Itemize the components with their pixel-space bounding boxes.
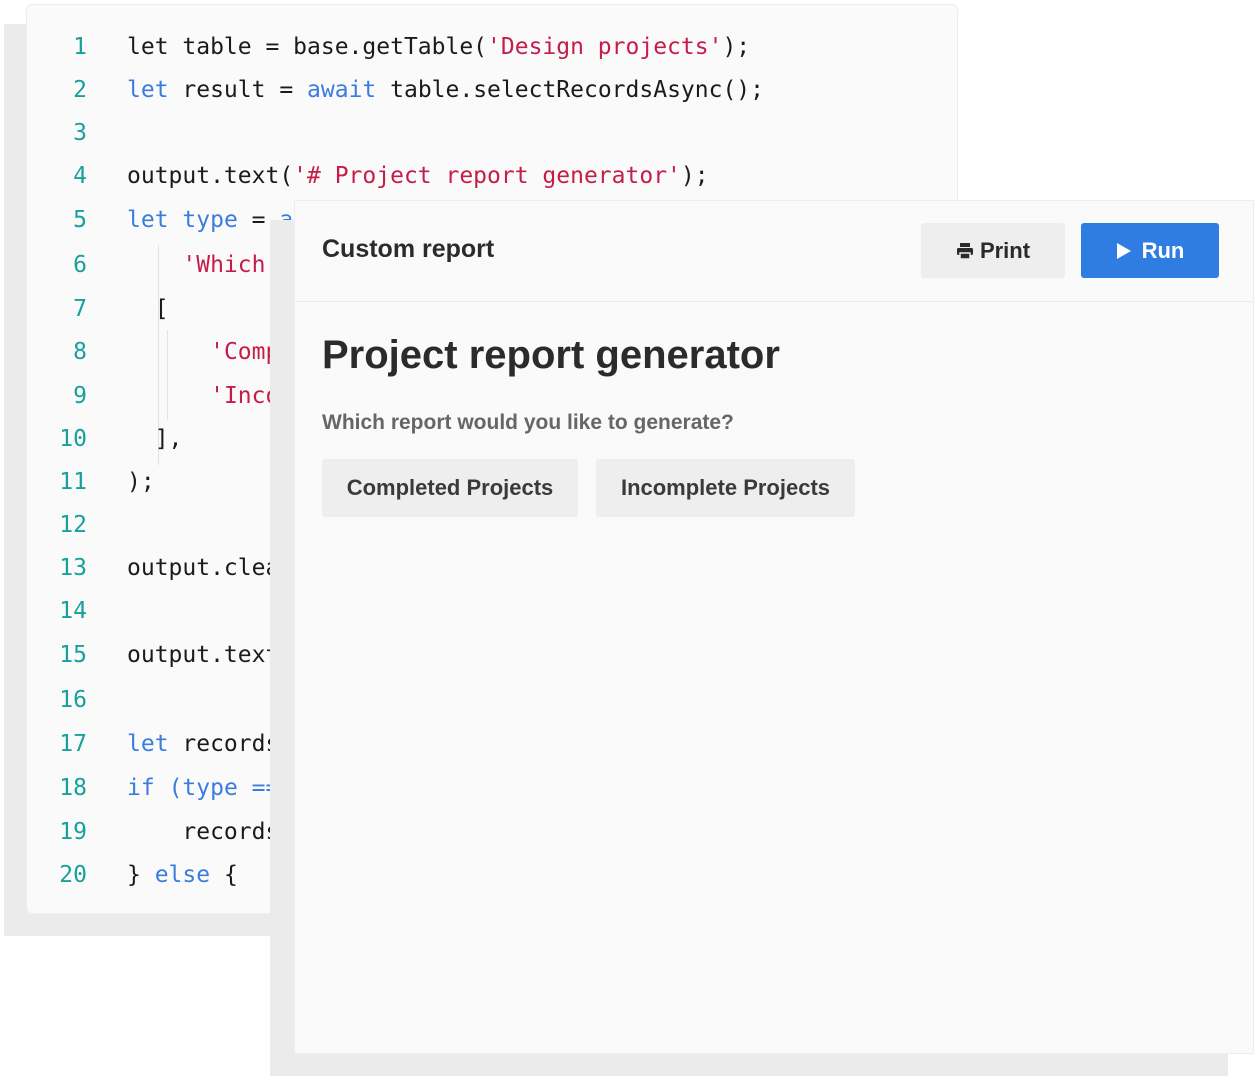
code-text: [ xyxy=(127,289,169,329)
code-token: records xyxy=(127,819,280,845)
line-number: 16 xyxy=(59,687,87,713)
code-text: 'Which r xyxy=(127,245,293,285)
code-line: 2 let result = await table.selectRecordsA… xyxy=(27,70,957,110)
line-number: 2 xyxy=(73,77,87,103)
code-keyword: let xyxy=(127,77,169,103)
line-number: 9 xyxy=(73,383,87,409)
report-question: Which report would you like to generate? xyxy=(322,411,734,434)
code-token: ], xyxy=(127,426,183,452)
code-text: 'Comp xyxy=(127,332,279,372)
code-token: { xyxy=(210,862,238,888)
code-token: [ xyxy=(127,296,169,322)
line-number: 19 xyxy=(59,819,87,845)
code-text: } else { xyxy=(127,855,238,895)
code-token: ); xyxy=(722,34,751,60)
line-number: 11 xyxy=(59,469,87,495)
print-button-label: Print xyxy=(979,237,1031,263)
code-token: ); xyxy=(680,163,709,189)
line-number: 20 xyxy=(59,862,87,888)
code-text: output.text( xyxy=(127,635,293,675)
code-line: 1 let table = base.getTable('Design proje… xyxy=(27,27,957,67)
code-text: let result = await table.selectRecordsAs… xyxy=(127,70,764,110)
code-text: ], xyxy=(127,419,183,459)
code-token: output.text( xyxy=(127,163,294,189)
print-button[interactable]: Print xyxy=(921,223,1065,278)
code-token: table.selectRecordsAsync(); xyxy=(376,77,765,103)
code-token: output.clear xyxy=(127,555,294,581)
code-token: let table = base.getTable( xyxy=(127,34,488,60)
incomplete-projects-button[interactable]: Incomplete Projects xyxy=(596,459,855,517)
report-heading: Project report generator xyxy=(322,333,780,377)
code-text: 'Inco xyxy=(127,376,279,416)
code-token: records xyxy=(168,731,280,757)
line-number: 3 xyxy=(73,120,87,146)
line-number: 1 xyxy=(73,34,87,60)
line-number: 4 xyxy=(73,163,87,189)
line-number: 6 xyxy=(73,252,87,278)
code-text: records xyxy=(127,812,279,852)
code-text: ); xyxy=(127,462,155,502)
code-token: output.text( xyxy=(127,642,294,668)
code-text: if (type == xyxy=(127,768,279,808)
report-panel: Custom report Print Run Project report g… xyxy=(294,200,1254,1054)
code-token: } xyxy=(127,862,155,888)
run-button[interactable]: Run xyxy=(1081,223,1219,278)
line-number: 13 xyxy=(59,555,87,581)
code-string: 'Comp xyxy=(210,339,280,365)
line-number: 15 xyxy=(59,642,87,668)
line-number: 8 xyxy=(73,339,87,365)
code-string: 'Inco xyxy=(210,383,280,409)
code-text: let table = base.getTable('Design projec… xyxy=(127,27,750,67)
line-number: 12 xyxy=(59,512,87,538)
code-text: output.clear xyxy=(127,548,293,588)
report-title: Custom report xyxy=(322,235,495,263)
code-string: '# Project report generator' xyxy=(293,163,681,189)
play-icon xyxy=(1116,242,1131,259)
code-keyword: else xyxy=(154,862,211,888)
code-token: ); xyxy=(127,469,155,495)
code-keyword: if xyxy=(127,775,155,801)
code-text: output.text('# Project report generator'… xyxy=(127,156,709,196)
code-text: let records xyxy=(127,724,279,764)
code-keyword: (type == xyxy=(168,775,280,801)
line-number: 7 xyxy=(73,296,87,322)
code-token: result = xyxy=(168,77,308,103)
line-number: 17 xyxy=(59,731,87,757)
code-text: let type = a xyxy=(127,200,293,240)
code-keyword: type xyxy=(182,207,238,233)
code-keyword: let xyxy=(127,731,169,757)
code-keyword: let xyxy=(127,207,169,233)
code-keyword: await xyxy=(307,77,377,103)
code-line: 4 output.text('# Project report generator… xyxy=(27,156,957,196)
run-button-label: Run xyxy=(1141,237,1185,263)
code-string: 'Design projects' xyxy=(487,34,723,60)
line-number: 18 xyxy=(59,775,87,801)
report-header: Custom report Print Run xyxy=(295,201,1253,302)
completed-projects-button[interactable]: Completed Projects xyxy=(322,459,578,517)
line-number: 10 xyxy=(59,426,87,452)
line-number: 5 xyxy=(73,207,87,233)
code-line: 3 xyxy=(27,113,957,153)
line-number: 14 xyxy=(59,598,87,624)
printer-icon xyxy=(956,242,973,260)
